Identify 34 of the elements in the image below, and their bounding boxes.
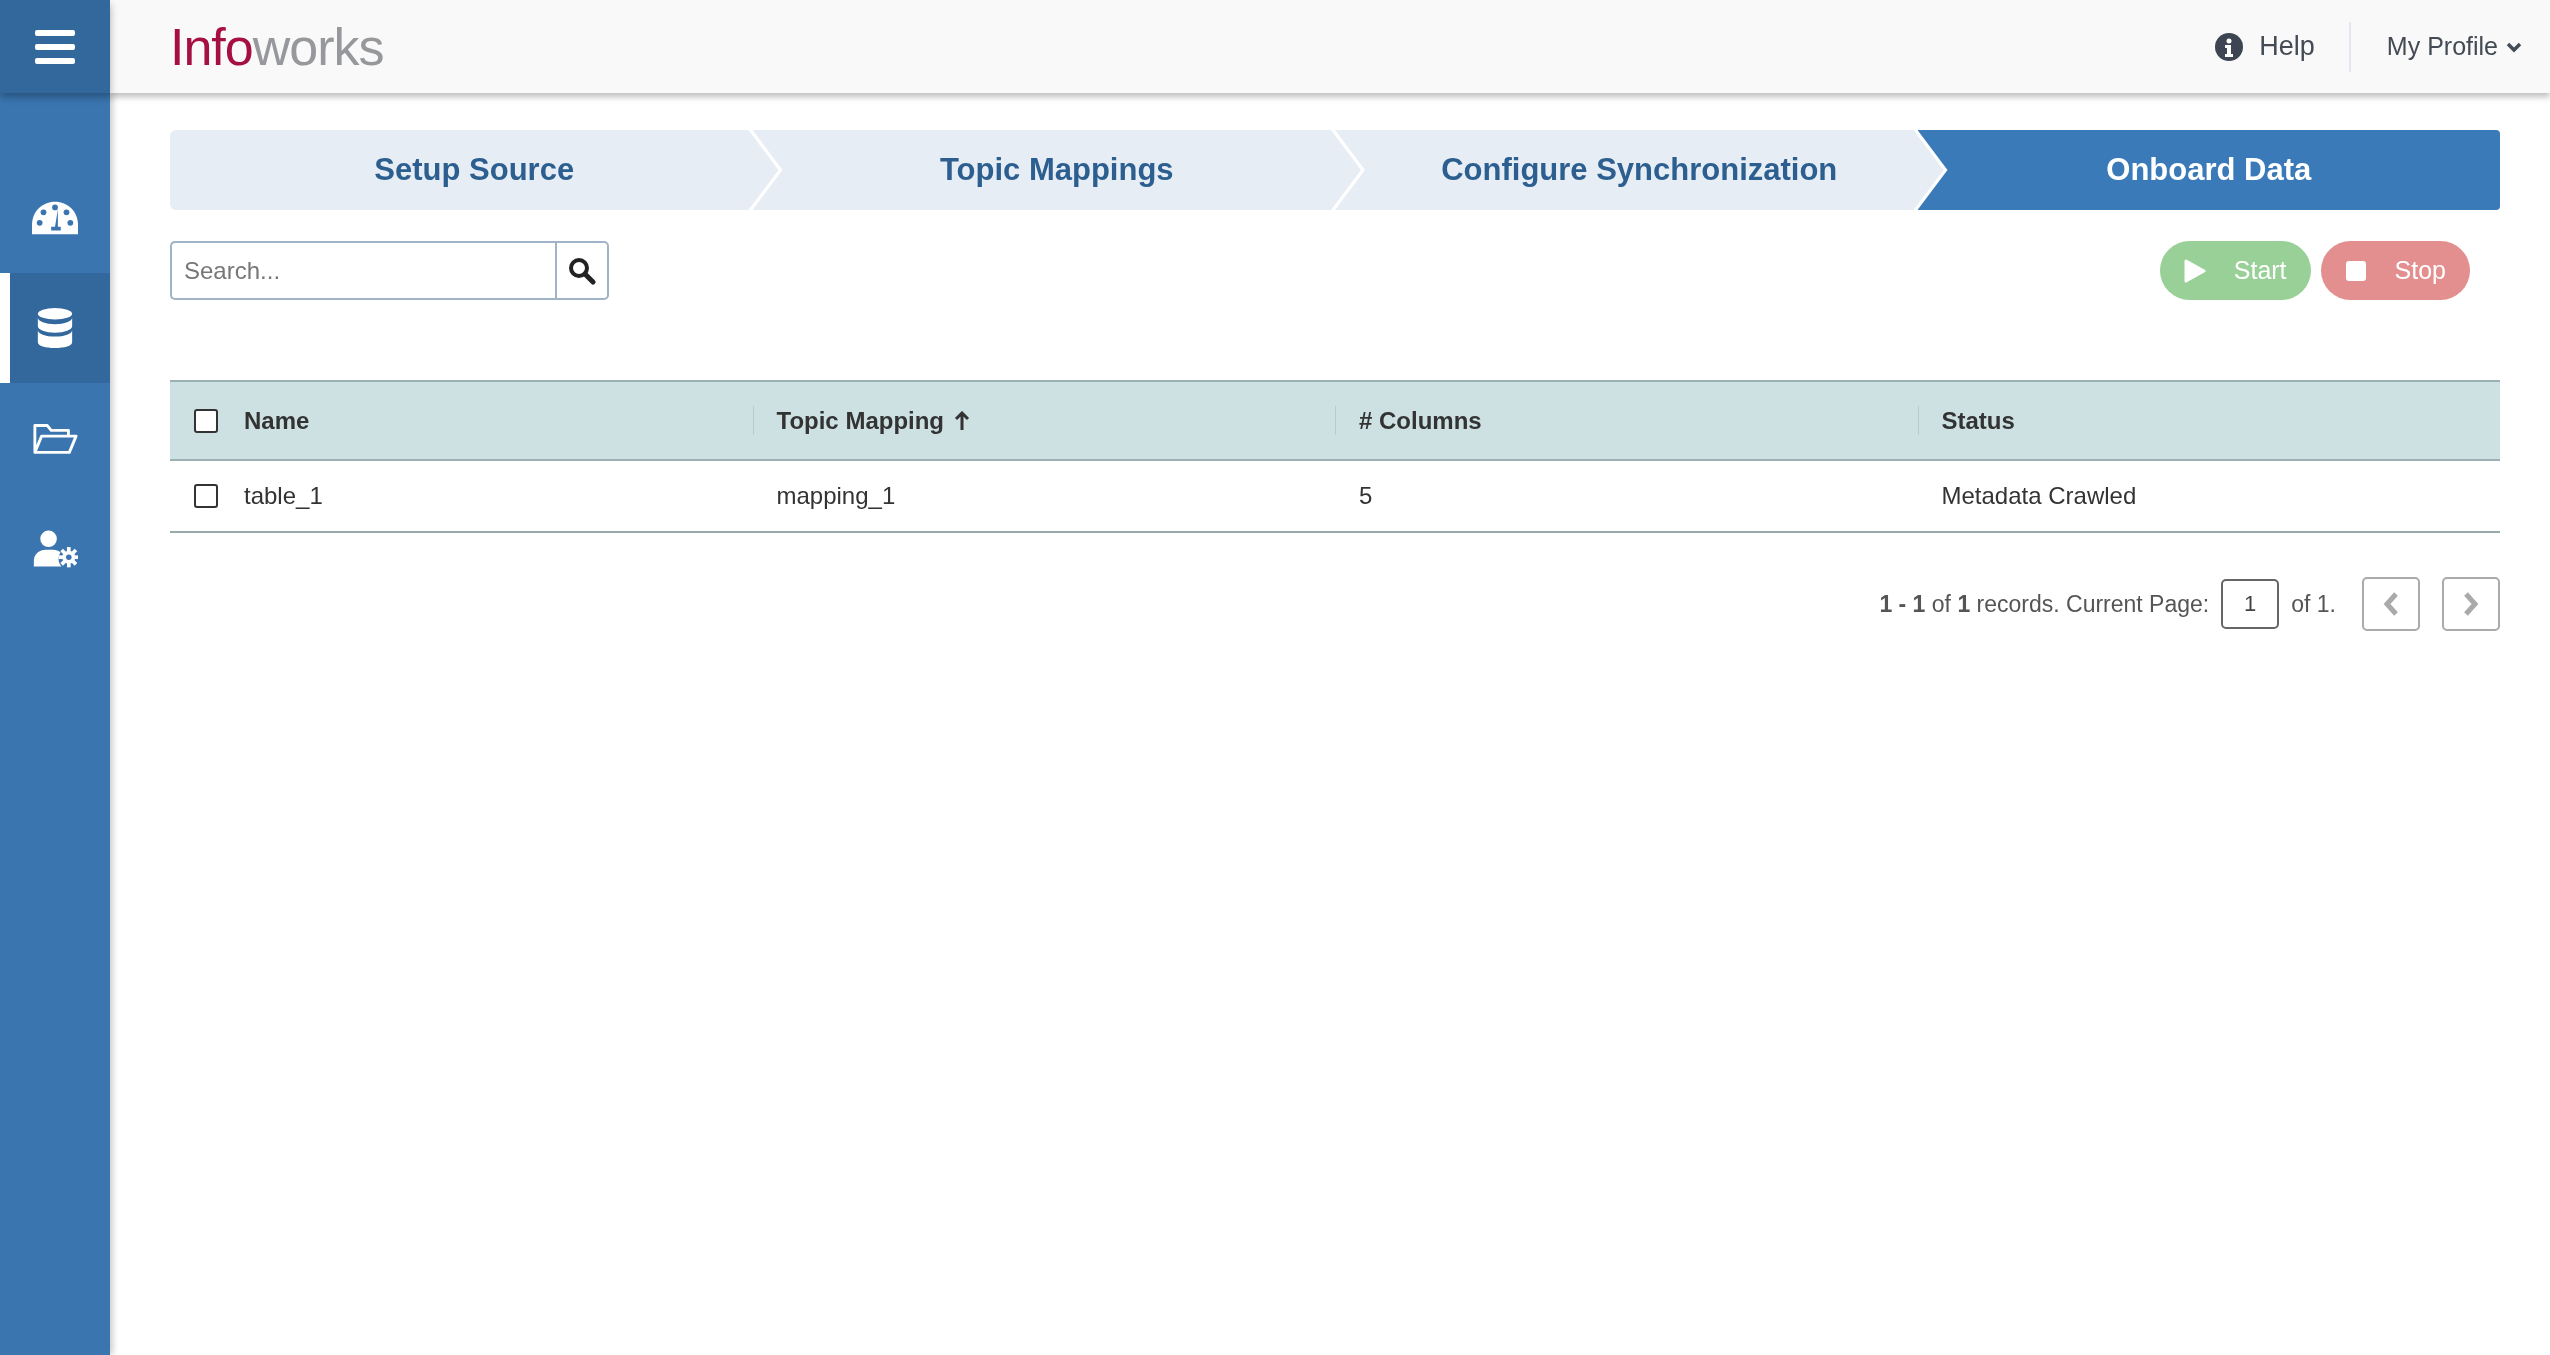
chevron-right-icon <box>2462 591 2480 617</box>
column-header[interactable]: # Columns <box>1359 406 1482 435</box>
menu-button[interactable] <box>0 0 110 93</box>
wizard-step[interactable]: Configure Synchronization <box>1335 130 1944 210</box>
column-header[interactable]: Topic Mapping <box>776 406 971 435</box>
logo: Infoworks <box>170 16 384 77</box>
wizard-step[interactable]: Onboard Data <box>1917 130 2500 210</box>
stop-icon <box>2344 259 2367 282</box>
wizard-step[interactable]: Setup Source <box>170 130 779 210</box>
menu-icon <box>35 29 75 64</box>
checkbox[interactable] <box>194 484 218 508</box>
table-cell: mapping_1 <box>776 482 896 509</box>
table-cell: 5 <box>1359 482 1373 509</box>
info-icon <box>2215 32 2244 61</box>
sidebar-item[interactable] <box>0 273 110 383</box>
search-button[interactable] <box>555 241 609 300</box>
page-input[interactable]: 1 <box>2221 579 2280 629</box>
search-field[interactable]: Search... <box>170 241 555 300</box>
column-header[interactable]: Name <box>244 406 310 435</box>
play-icon <box>2183 258 2206 283</box>
checkbox[interactable] <box>194 408 218 433</box>
table-cell: table_1 <box>244 482 323 510</box>
wizard-step[interactable]: Topic Mappings <box>752 130 1361 210</box>
table-cell: Metadata Crawled <box>1941 482 2137 509</box>
column-header[interactable]: Status <box>1941 406 2015 435</box>
search-icon <box>568 256 596 285</box>
chevron-down-icon <box>2506 40 2522 53</box>
records-summary: 1 - 1 of 1 records. Current Page: <box>1879 590 2210 618</box>
profile-menu[interactable]: My Profile <box>2350 32 2550 61</box>
sort-up-icon <box>954 410 971 431</box>
page-total: of 1. <box>2291 590 2336 618</box>
help-link[interactable]: Help <box>2181 21 2351 72</box>
user-gear-icon <box>32 528 78 568</box>
chevron-left-icon <box>2382 591 2400 617</box>
